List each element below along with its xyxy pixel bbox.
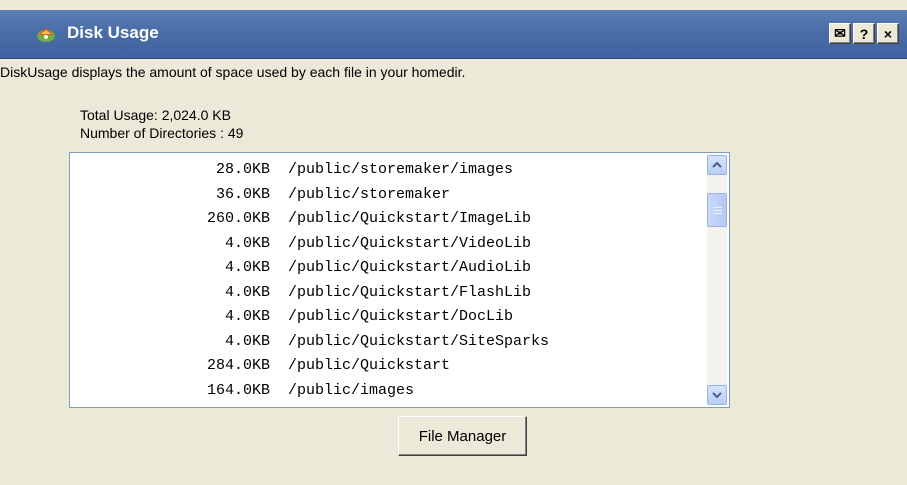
title-bar[interactable]: Disk Usage ✉ ? × [0,10,907,59]
file-manager-button[interactable]: File Manager [398,416,527,456]
mail-button[interactable]: ✉ [829,23,851,44]
list-item[interactable]: 284.0KB /public/Quickstart [70,357,450,374]
list-item[interactable]: 4.0KB /public/Quickstart/AudioLib [70,259,531,276]
list-item[interactable]: 28.0KB /public/storemaker/images [70,161,513,178]
disk-usage-window: Disk Usage ✉ ? × DiskUsage displays the … [0,0,907,485]
item-path: /public/storemaker/images [270,161,514,178]
item-path: /public/Quickstart/SiteSparks [270,332,550,350]
item-path: /public/Quickstart/ImageLib [270,210,532,227]
list-item[interactable]: 4.0KB /public/Quickstart/DocLib [70,308,513,325]
item-size: 4.0KB [224,332,270,350]
item-path: /public/images [270,381,415,399]
list-item[interactable]: 36.0KB /public/storemaker [70,186,450,203]
vertical-scrollbar[interactable] [707,155,727,405]
help-button[interactable]: ? [853,23,875,44]
item-path: /public/Quickstart/AudioLib [270,259,532,276]
close-icon: × [883,25,893,42]
chevron-up-icon [712,161,722,168]
item-size: 4.0KB [224,308,270,325]
item-path: /public/Quickstart/DocLib [270,308,514,325]
window-title: Disk Usage [67,23,159,42]
list-item[interactable]: 164.0KB /public/images [70,382,414,399]
item-size: 164.0KB [206,381,270,399]
list-item[interactable]: 4.0KB /public/Quickstart/VideoLib [70,235,531,252]
item-path: /public/Quickstart [270,357,451,374]
item-size: 4.0KB [224,283,270,301]
disk-usage-list[interactable]: 28.0KB /public/storemaker/images 36.0KB /… [69,152,730,408]
item-size: 260.0KB [206,210,270,227]
description-text: DiskUsage displays the amount of space u… [0,64,466,80]
list-item[interactable]: 260.0KB /public/Quickstart/ImageLib [70,210,531,227]
help-icon: ? [859,25,869,42]
scroll-thumb[interactable] [707,193,727,227]
item-path: /public/Quickstart/FlashLib [270,283,532,301]
disk-usage-app-icon [37,28,55,42]
item-size: 36.0KB [215,185,270,203]
scroll-down-button[interactable] [707,385,727,405]
chevron-down-icon [712,392,722,399]
list-content: 28.0KB /public/storemaker/images 36.0KB /… [70,153,704,407]
item-size: 4.0KB [224,259,270,276]
close-button[interactable]: × [877,23,899,44]
usage-stats: Total Usage: 2,024.0 KB Number of Direct… [80,106,243,142]
scroll-up-button[interactable] [707,155,727,175]
item-path: /public/storemaker [270,185,451,203]
mail-icon: ✉ [834,25,846,41]
item-size: 4.0KB [224,234,270,252]
item-size: 284.0KB [206,357,270,374]
directory-count: Number of Directories : 49 [80,125,244,141]
total-usage: Total Usage: 2,024.0 KB [80,107,231,123]
list-item[interactable]: 4.0KB /public/Quickstart/FlashLib [70,284,531,301]
title-bar-buttons: ✉ ? × [829,23,899,44]
item-size: 28.0KB [215,161,270,178]
list-item[interactable]: 4.0KB /public/Quickstart/SiteSparks [70,333,549,350]
item-path: /public/Quickstart/VideoLib [270,234,532,252]
